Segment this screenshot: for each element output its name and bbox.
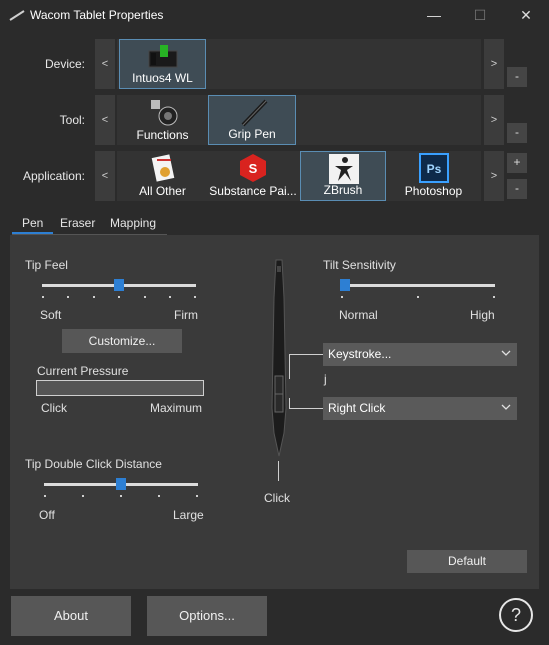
all-other-icon: [148, 153, 178, 183]
tab-eraser[interactable]: Eraser: [60, 216, 95, 230]
customize-button[interactable]: Customize...: [62, 329, 182, 353]
tip-feel-label: Tip Feel: [25, 258, 68, 272]
lower-button-connector-h: [289, 408, 323, 409]
device-item-intuos4[interactable]: Intuos4 WL: [119, 39, 206, 89]
about-button[interactable]: About: [11, 596, 131, 636]
application-label: Application:: [22, 169, 85, 183]
tip-double-click-slider-thumb[interactable]: [116, 478, 126, 490]
title-bar: Wacom Tablet Properties — ☐ ✕: [0, 0, 549, 31]
tilt-sensitivity-label: Tilt Sensitivity: [323, 258, 396, 272]
svg-text:S: S: [249, 161, 258, 176]
substance-painter-icon: S: [238, 153, 268, 183]
lower-button-connector: [289, 398, 290, 408]
upper-button-connector-h: [289, 354, 323, 355]
chevron-down-icon: [501, 400, 511, 417]
close-button[interactable]: ✕: [503, 0, 549, 31]
tip-double-click-min-label: Off: [39, 508, 55, 522]
tip-feel-min-label: Soft: [40, 308, 62, 322]
upper-button-value: Keystroke...: [328, 347, 392, 361]
functions-icon: [148, 97, 178, 127]
app-item-all-other[interactable]: All Other: [119, 151, 206, 201]
pen-tip-action-label: Click: [264, 491, 290, 505]
application-remove-button[interactable]: -: [507, 179, 527, 199]
app-item-zbrush[interactable]: ZBrush: [300, 151, 386, 201]
tool-item-functions[interactable]: Functions: [119, 95, 206, 145]
device-label: Device:: [44, 57, 85, 71]
photoshop-icon: Ps: [419, 153, 449, 183]
upper-button-keystroke-note: j: [324, 372, 327, 386]
window-title: Wacom Tablet Properties: [30, 8, 164, 22]
device-scroll-left[interactable]: <: [95, 39, 115, 89]
svg-text:Ps: Ps: [427, 162, 442, 176]
tab-pen[interactable]: Pen: [22, 216, 43, 230]
tablet-icon: [148, 43, 178, 71]
minimize-button[interactable]: —: [411, 0, 457, 31]
zbrush-icon: [329, 154, 359, 184]
maximize-button[interactable]: ☐: [457, 0, 503, 31]
tilt-max-label: High: [470, 308, 495, 322]
tip-double-click-label: Tip Double Click Distance: [25, 457, 162, 471]
tip-feel-ticks: [42, 296, 196, 300]
upper-button-connector: [289, 354, 290, 379]
lower-button-value: Right Click: [328, 401, 386, 415]
current-pressure-label: Current Pressure: [37, 364, 129, 378]
device-scroll-right[interactable]: >: [484, 39, 504, 89]
tilt-slider-thumb[interactable]: [340, 279, 350, 291]
tip-feel-max-label: Firm: [174, 308, 198, 322]
tip-connector-line: [278, 461, 279, 481]
chevron-down-icon: [501, 346, 511, 363]
tool-label: Tool:: [59, 113, 85, 127]
tilt-min-label: Normal: [339, 308, 378, 322]
tool-scroll-right[interactable]: >: [484, 95, 504, 145]
tool-item-grip-pen[interactable]: Grip Pen: [208, 95, 296, 145]
tilt-slider-track[interactable]: [341, 284, 495, 287]
application-add-button[interactable]: +: [507, 153, 527, 173]
lower-button-dropdown[interactable]: Right Click: [323, 397, 517, 420]
help-icon[interactable]: ?: [499, 598, 533, 632]
default-button[interactable]: Default: [407, 550, 527, 573]
current-pressure-min-label: Click: [41, 401, 67, 415]
tool-remove-button[interactable]: -: [507, 123, 527, 143]
app-item-substance-painter[interactable]: S Substance Pai...: [208, 151, 298, 201]
wacom-pen-icon: [9, 9, 25, 21]
app-item-photoshop[interactable]: Ps Photoshop: [388, 151, 479, 201]
tip-feel-slider-thumb[interactable]: [114, 279, 124, 291]
tip-double-click-ticks: [44, 495, 198, 499]
tool-scroll-left[interactable]: <: [95, 95, 115, 145]
current-pressure-bar: [36, 380, 204, 396]
pen-icon: [239, 98, 269, 128]
tip-double-click-max-label: Large: [173, 508, 204, 522]
tab-mapping[interactable]: Mapping: [110, 216, 156, 230]
options-button[interactable]: Options...: [147, 596, 267, 636]
application-scroll-right[interactable]: >: [484, 151, 504, 201]
tilt-ticks: [341, 296, 495, 300]
device-remove-button[interactable]: -: [507, 67, 527, 87]
upper-button-dropdown[interactable]: Keystroke...: [323, 343, 517, 366]
application-scroll-left[interactable]: <: [95, 151, 115, 201]
current-pressure-max-label: Maximum: [150, 401, 203, 415]
